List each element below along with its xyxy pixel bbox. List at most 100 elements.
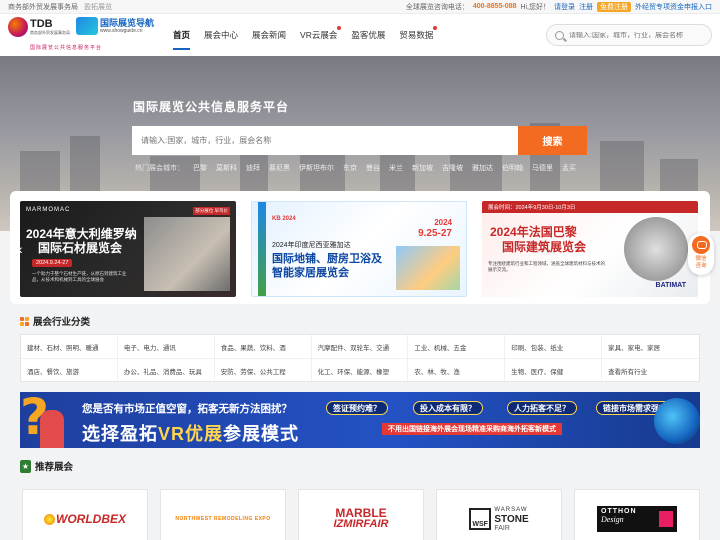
nav-vr-expo[interactable]: VR云展会: [293, 14, 344, 56]
batimat-logo: BATIMAT: [655, 282, 686, 289]
category-section-title: 展会行业分类: [20, 314, 90, 328]
hero-search-input[interactable]: [132, 126, 518, 155]
rec-card-worldbex[interactable]: WORLDBEX: [22, 489, 148, 540]
category-item[interactable]: 食品、果蔬、饮料、酒: [214, 335, 312, 359]
hero-search-button[interactable]: 搜索: [518, 126, 587, 155]
hot-city-link[interactable]: 莫斯科: [216, 163, 237, 173]
category-title-text: 展会行业分类: [33, 317, 91, 328]
promo-note: 不用出国链接海外展会现场精准采购商海外拓客新模式: [382, 423, 562, 435]
chat-icon: [692, 236, 710, 254]
marble-logo: MARBLE IZMIRFAIR: [333, 506, 389, 530]
banner-photo: [396, 246, 460, 290]
vip-badge[interactable]: 免费注册: [597, 1, 631, 12]
category-item[interactable]: 家具、家电、家居: [602, 335, 699, 359]
category-item[interactable]: 化工、环保、能源、橡塑: [312, 359, 409, 383]
category-item[interactable]: 印刷、包装、纸业: [505, 335, 603, 359]
category-item[interactable]: 汽摩配件、双轮车、交通: [311, 335, 409, 359]
site-logo[interactable]: TDB 商务部外贸发展事务局 国际展览导航 www.showguide.cn 国…: [8, 17, 158, 53]
vr-promo-banner[interactable]: ? 您是否有市场正值空窗，拓客无新方法困扰？ 选择盈拓VR优展参展模式 签证预约…: [20, 392, 700, 448]
logo-slogan: 国际展览公共信息服务平台: [30, 45, 103, 51]
banner-title-2: 国际建筑展览会: [502, 240, 587, 254]
banner-photo: [144, 217, 230, 291]
nav-exhibition-center[interactable]: 展会中心: [197, 14, 245, 56]
hot-city-link[interactable]: 巴黎: [193, 163, 207, 173]
recommended-section-title: ★ 推荐展会: [20, 459, 73, 473]
category-item[interactable]: 办公、礼品、消费品、玩具: [118, 359, 215, 383]
rec-card-northwest[interactable]: NORTHWEST REMODELING EXPO: [160, 489, 286, 540]
rec-card-marble-izmir[interactable]: MARBLE IZMIRFAIR: [298, 489, 424, 540]
promo-question: 签证预约难？: [326, 401, 388, 415]
greeting: Hi,您好！: [520, 3, 550, 11]
login-link[interactable]: 请登录: [554, 2, 575, 12]
register-link[interactable]: 注册: [579, 2, 593, 12]
hot-city-link[interactable]: 东京: [343, 163, 357, 173]
category-item[interactable]: 查看所有行业: [602, 359, 699, 383]
nav-label: 展会中心: [204, 30, 239, 40]
category-item[interactable]: 农、林、牧、渔: [408, 359, 506, 383]
nav-yingke[interactable]: 盈客优展: [344, 14, 392, 56]
hot-city-link[interactable]: 新加坡: [412, 163, 433, 173]
hot-city-link[interactable]: 马德里: [532, 163, 553, 173]
hot-city-link[interactable]: 孟买: [562, 163, 576, 173]
banner-indonesia[interactable]: KB 2024 2024 9.25-27 2024年印度尼西亚雅加达 国际地铺、…: [251, 201, 467, 297]
hot-cities-label: 热门展会城市：: [135, 165, 184, 172]
banner-brand: MARMOMAC: [26, 207, 71, 213]
rec-card-otthon[interactable]: OTTHON Design: [574, 489, 700, 540]
decor-stripe: [258, 202, 266, 296]
northwest-logo: NORTHWEST REMODELING EXPO: [175, 516, 271, 522]
category-grid-icon: [20, 316, 29, 326]
tdb-logo-sub: 商务部外贸发展事务局: [30, 30, 70, 35]
nav-label: VR云展会: [300, 30, 338, 40]
fund-apply-link[interactable]: 外经贸专项资金申报入口: [635, 2, 712, 12]
banner-batimat[interactable]: 展会时间：2024年9月30日-10月3日 2024年法国巴黎 国际建筑展览会 …: [482, 201, 698, 297]
globe-logo-icon: [76, 17, 98, 35]
hot-city-link[interactable]: 米兰: [389, 163, 403, 173]
header: TDB 商务部外贸发展事务局 国际展览导航 www.showguide.cn 国…: [0, 14, 720, 56]
prev-arrow-icon[interactable]: ‹: [20, 241, 23, 257]
category-item[interactable]: 安防、劳保、公共工程: [215, 359, 312, 383]
tdb-logo-text: TDB: [30, 18, 53, 30]
featured-banners: ‹ MARMOMAC 2024年意大利维罗纳 国际石材展览会 2024.9.24…: [10, 191, 710, 304]
category-item[interactable]: 电子、电力、通讯: [117, 335, 215, 359]
banner-logos: KB 2024: [272, 216, 296, 222]
wechat-consult-widget[interactable]: 微信 咨询: [688, 233, 714, 275]
hot-cities: 热门展会城市： 巴黎 莫斯科 迪拜 慕尼黑 伊斯坦布尔 东京 曼谷 米兰 新加坡 吉隆坡 雅加达 伯明…: [135, 163, 576, 173]
banner-desc: 一个助力于整个石材生产链，从原石到建筑工业品，从技术和机械到工具的全球展会: [32, 271, 127, 282]
category-box: 建材、石材、照明、暖通 电子、电力、通讯 食品、果蔬、饮料、酒 汽摩配件、双轮车、交通…: [20, 334, 700, 383]
header-search[interactable]: [546, 24, 712, 46]
hot-city-link[interactable]: 雅加达: [472, 163, 493, 173]
banner-marmomac[interactable]: ‹ MARMOMAC 2024年意大利维罗纳 国际石材展览会 2024.9.24…: [20, 201, 236, 297]
category-item[interactable]: 建材、石材、照明、暖通: [21, 335, 118, 359]
banner-year: 2024: [434, 218, 452, 227]
hot-city-link[interactable]: 曼谷: [366, 163, 380, 173]
banner-date: 2024.9.24-27: [32, 259, 73, 267]
hot-city-link[interactable]: 慕尼黑: [269, 163, 290, 173]
rec-card-warsaw-stone[interactable]: WSF WARSAW STONE FAIR: [436, 489, 562, 540]
nav-exhibition-news[interactable]: 展会新闻: [245, 14, 293, 56]
hot-city-link[interactable]: 吉隆坡: [442, 163, 463, 173]
nav-home[interactable]: 首页: [166, 14, 197, 56]
main-nav: 首页 展会中心 展会新闻 VR云展会 盈客优展 贸易数据: [166, 14, 440, 56]
category-item[interactable]: 工业、机械、五金: [408, 335, 506, 359]
hot-city-link[interactable]: 伯明翰: [502, 163, 523, 173]
star-badge-icon: ★: [20, 459, 31, 473]
banner-sub: 2024年印度尼西亚雅加达: [272, 242, 351, 249]
banner-desc: 专注围绕建筑行业和工程领域，涵盖全球建筑材料与技术的展示交流。: [488, 261, 605, 272]
nav-label: 贸易数据: [399, 30, 434, 40]
hotline-label: 全球展览咨询电话：: [405, 3, 469, 11]
banner-title-2: 智能家居展览会: [272, 267, 349, 279]
search-icon[interactable]: [555, 30, 564, 40]
category-item[interactable]: 生物、医疗、保健: [505, 359, 603, 383]
hot-city-link[interactable]: 伊斯坦布尔: [299, 163, 334, 173]
hot-city-link[interactable]: 迪拜: [246, 163, 260, 173]
nav-trade-data[interactable]: 贸易数据: [392, 14, 440, 56]
hero-search: 搜索: [132, 126, 587, 155]
guide-logo-text: 国际展览导航: [100, 18, 155, 28]
category-item[interactable]: 酒店、餐饮、旅游: [21, 359, 118, 383]
widget-label: 微信 咨询: [695, 256, 707, 269]
early-bird-tag: 部分展位 早鸟价: [193, 207, 230, 215]
org-sub: 盈拓展览: [83, 3, 112, 11]
nav-label: 盈客优展: [351, 30, 386, 40]
chair-icon: [659, 511, 673, 527]
header-search-input[interactable]: [569, 31, 709, 39]
